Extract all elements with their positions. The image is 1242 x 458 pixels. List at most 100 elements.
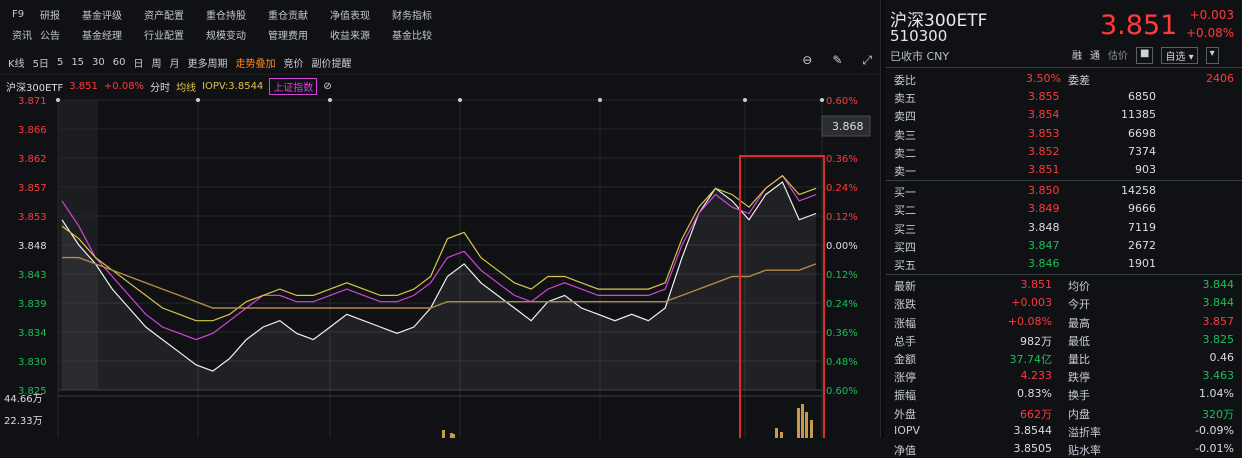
stat-row: 最新 3.851 均价 3.844 xyxy=(886,276,1242,294)
menu-item[interactable]: F9 xyxy=(0,9,40,20)
period-5min[interactable]: 5 xyxy=(57,57,63,68)
separator xyxy=(886,274,1242,276)
period-kline[interactable]: K线 xyxy=(8,55,25,70)
stat-label: 最新 xyxy=(894,280,916,294)
bid-volume: 1901 xyxy=(1128,257,1156,270)
top-menu: F9 研报 基金评级 资产配置 重仓持股 重仓贡献 净值表现 财务指标 资讯 公… xyxy=(0,0,884,46)
menu-item[interactable]: 财务指标 xyxy=(392,7,454,22)
pct-tick-label: 0.60% xyxy=(826,96,858,107)
menu-item[interactable]: 基金比较 xyxy=(392,27,454,42)
more-periods-dropdown[interactable]: 更多周期 xyxy=(188,55,228,70)
stat-label: 振幅 xyxy=(894,389,916,403)
menu-item[interactable]: 重仓贡献 xyxy=(268,7,330,22)
ask-price[interactable]: 3.853 xyxy=(1028,127,1060,140)
bookmark-icon[interactable]: ■ xyxy=(1136,47,1154,64)
stat-label: 净值 xyxy=(894,444,916,457)
menu-item[interactable]: 研报 xyxy=(40,7,82,22)
bid-price[interactable]: 3.846 xyxy=(1028,257,1060,270)
stat-row: 金额 37.74亿 量比 0.46 xyxy=(886,349,1242,367)
stat-label: 涨幅 xyxy=(894,316,916,330)
menu-item[interactable]: 公告 xyxy=(40,27,82,42)
stat-label: 内盘 xyxy=(1068,407,1090,421)
quote-change: +0.003 xyxy=(1189,8,1234,22)
volume-bar xyxy=(780,432,783,438)
expand-icon[interactable]: ⤢ xyxy=(862,53,872,68)
more-dropdown[interactable]: ▾ xyxy=(1205,47,1219,64)
period-30min[interactable]: 30 xyxy=(92,57,105,68)
legend-price: 3.851 xyxy=(69,80,98,92)
order-head-label: 委比 xyxy=(894,74,916,87)
price-tick-label: 3.853 xyxy=(18,212,47,223)
ask-volume: 7374 xyxy=(1128,144,1156,158)
menu-item[interactable]: 净值表现 xyxy=(330,7,392,22)
order-head-value: 2406 xyxy=(1206,72,1234,85)
bid-label: 买三 xyxy=(894,222,916,236)
menu-item[interactable]: 资讯 xyxy=(0,27,40,42)
price-alert-button[interactable]: 副价提醒 xyxy=(312,55,352,70)
stat-label: 总手 xyxy=(894,334,916,348)
volume-tick-label: 44.66万 xyxy=(4,394,43,405)
menu-item[interactable]: 管理费用 xyxy=(268,27,330,42)
stat-value: 1.04% xyxy=(1199,387,1234,401)
period-60min[interactable]: 60 xyxy=(113,57,126,68)
bid-price[interactable]: 3.849 xyxy=(1028,202,1060,215)
auction-dropdown[interactable]: 竞价 xyxy=(284,55,304,70)
watchlist-button[interactable]: 自选 ▾ xyxy=(1161,47,1198,64)
bid-price[interactable]: 3.847 xyxy=(1028,239,1060,252)
stat-value: 3.857 xyxy=(1202,314,1235,328)
ask-row: 卖二 3.852 7374 xyxy=(886,143,1242,161)
stat-label: 最高 xyxy=(1068,316,1090,330)
overlay-dropdown[interactable]: 走势叠加 xyxy=(236,55,276,70)
pct-tick-label: 0.60% xyxy=(826,386,858,397)
ask-price[interactable]: 3.854 xyxy=(1028,108,1060,121)
price-tick-label: 3.871 xyxy=(18,96,47,107)
pencil-icon[interactable]: ✎ xyxy=(832,53,842,68)
pct-tick-label: 0.24% xyxy=(826,183,858,194)
menu-item[interactable]: 行业配置 xyxy=(144,27,206,42)
period-15min[interactable]: 15 xyxy=(71,57,84,68)
menu-item[interactable]: 基金评级 xyxy=(82,7,144,22)
bid-row: 买二 3.849 9666 xyxy=(886,200,1242,218)
minus-circle-icon[interactable]: ⊖ xyxy=(802,53,812,68)
volume-bar xyxy=(801,404,804,438)
intraday-chart[interactable]: 3.871 0.60% 3.866 0.48% 3.862 0.36% 3.857 0.24%… xyxy=(0,92,880,438)
margin-button[interactable]: 融 xyxy=(1072,47,1082,64)
ask-label: 卖二 xyxy=(894,146,916,160)
period-month[interactable]: 月 xyxy=(170,55,180,70)
ask-row: 卖三 3.853 6698 xyxy=(886,125,1242,143)
menu-item[interactable]: 规模变动 xyxy=(206,27,268,42)
bid-price[interactable]: 3.850 xyxy=(1028,184,1060,197)
menu-item[interactable]: 重仓持股 xyxy=(206,7,268,22)
menu-item[interactable]: 资产配置 xyxy=(144,7,206,22)
period-week[interactable]: 周 xyxy=(152,55,162,70)
valuation-button[interactable]: 估价 xyxy=(1108,47,1128,64)
connect-button[interactable]: 通 xyxy=(1090,47,1100,64)
menu-row-2: 资讯 公告 基金经理 行业配置 规模变动 管理费用 收益来源 基金比较 xyxy=(0,24,454,44)
bid-price[interactable]: 3.848 xyxy=(1028,221,1060,234)
chart-tools: ⊖ ✎ ⤢ xyxy=(794,53,872,68)
period-day[interactable]: 日 xyxy=(134,55,144,70)
bid-volume: 7119 xyxy=(1128,220,1156,234)
ask-price[interactable]: 3.855 xyxy=(1028,90,1060,103)
volume-bar xyxy=(797,408,800,438)
close-icon[interactable]: ⊘ xyxy=(323,81,331,92)
order-head-value: 3.50% xyxy=(1026,72,1061,85)
bid-row: 买四 3.847 2672 xyxy=(886,237,1242,255)
period-toolbar: K线 5日 5 15 30 60 日 周 月 更多周期 走势叠加 竞价 副价提醒… xyxy=(0,50,884,75)
stat-row: 外盘 662万 内盘 320万 xyxy=(886,404,1242,422)
ask-price[interactable]: 3.851 xyxy=(1028,163,1060,176)
menu-item[interactable]: 基金经理 xyxy=(82,27,144,42)
ask-volume: 6698 xyxy=(1128,126,1156,140)
price-tick-label: 3.862 xyxy=(18,154,47,165)
price-tick-label: 3.834 xyxy=(18,328,47,339)
period-5day[interactable]: 5日 xyxy=(33,55,49,70)
stat-value: 0.83% xyxy=(1017,387,1052,401)
separator xyxy=(886,180,1242,182)
grid-marker xyxy=(598,98,602,102)
stat-label: 量比 xyxy=(1068,353,1090,366)
ask-price[interactable]: 3.852 xyxy=(1028,145,1060,158)
stat-row: 总手 982万 最低 3.825 xyxy=(886,331,1242,349)
price-tick-label: 3.839 xyxy=(18,299,47,310)
menu-item[interactable]: 收益来源 xyxy=(330,27,392,42)
bid-volume: 9666 xyxy=(1128,202,1156,216)
